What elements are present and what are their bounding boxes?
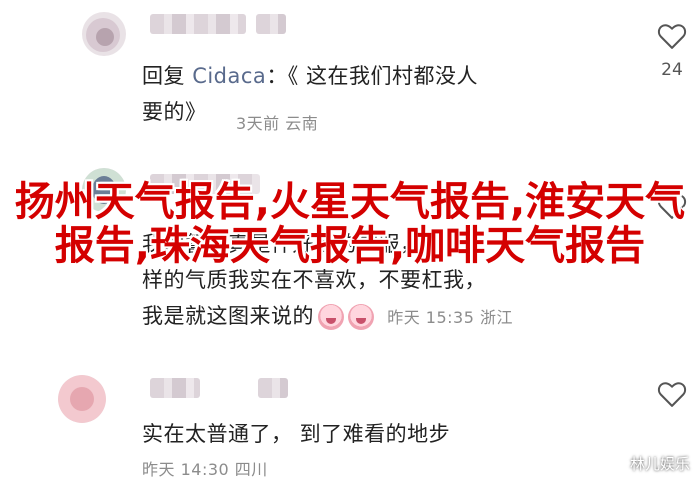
like-button[interactable] [652,380,692,408]
comment-meta: 昨天 15:35 浙江 [387,308,513,327]
username-extra [256,14,286,34]
avatar[interactable] [58,375,106,423]
reply-prefix: 回复 [142,64,185,88]
heart-outline-icon [657,194,687,219]
comment-text: 实在太普通了， 到了难看的地步 [142,422,451,446]
comment-meta: 3天前 云南 [236,114,319,133]
watermark: 林儿娱乐 [629,455,690,473]
username[interactable] [150,378,200,398]
heart-outline-icon [657,24,687,49]
comment-text: 我发誓这真是件好看的衣服，这 样的气质我实在不喜欢，不要杠我， 我是就这图来说的… [142,226,513,336]
like-count: 24 [661,60,683,80]
username-extra [258,378,288,398]
comment-line: 我发誓这真是件好看的衣服，这 [142,232,443,256]
heart-outline-icon [657,382,687,407]
reply-username[interactable]: Cidaca [192,64,266,88]
comment-line: 要的》 [142,100,207,124]
username[interactable] [150,174,260,194]
like-button[interactable]: 24 [652,22,692,80]
avatar[interactable] [82,12,126,56]
comment-line: 样的气质我实在不喜欢，不要杠我， [142,268,486,292]
avatar[interactable] [82,168,126,212]
emoji-icon [348,304,374,330]
comment-line: ：《 这在我们村都没人 [266,64,478,88]
like-button[interactable] [652,192,692,220]
comment-line: 我是就这图来说的 [142,304,314,328]
comment-meta: 昨天 14:30 四川 [142,460,268,479]
username[interactable] [150,14,246,34]
emoji-icon [318,304,344,330]
